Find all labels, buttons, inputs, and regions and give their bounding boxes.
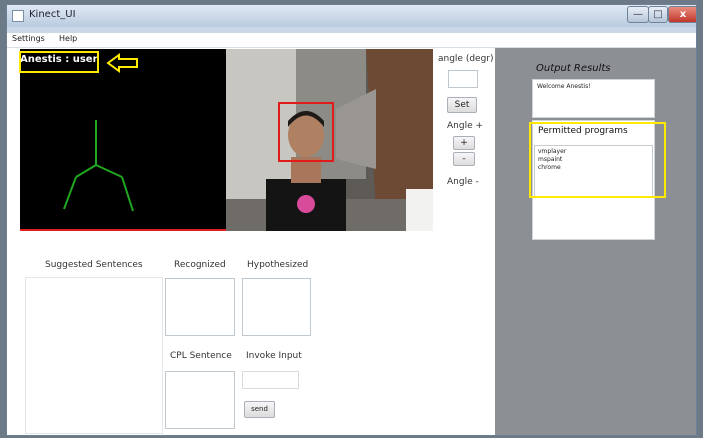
hypothesized-label: Hypothesized (247, 260, 309, 270)
cpl-sentence-box[interactable] (165, 371, 235, 429)
output-message: Welcome Anestis! (537, 83, 591, 90)
maximize-button[interactable]: □ (648, 6, 668, 23)
angle-minus-label: Angle - (447, 177, 479, 187)
send-button[interactable]: send (244, 401, 275, 418)
angle-increase-button[interactable]: + (453, 136, 475, 150)
window-title: Kinect_UI (29, 9, 76, 20)
permitted-programs-highlight (529, 122, 666, 198)
minimize-button[interactable]: — (627, 6, 649, 23)
angle-plus-label: Angle + (447, 121, 484, 131)
hypothesized-box[interactable] (242, 278, 311, 336)
menu-help[interactable]: Help (59, 34, 77, 43)
output-results-title: Output Results (536, 63, 611, 74)
cpl-sentence-label: CPL Sentence (170, 351, 232, 361)
suggested-sentences-list[interactable] (25, 277, 163, 434)
app-icon (12, 10, 24, 22)
invoke-input-label: Invoke Input (246, 351, 302, 361)
output-results-box: Welcome Anestis! (532, 79, 655, 118)
set-angle-button[interactable]: Set (447, 97, 477, 113)
skeleton-figure (63, 120, 134, 212)
suggested-sentences-label: Suggested Sentences (45, 260, 143, 270)
main-content: Anestis : user angle (degr) Set Angle + … (7, 48, 696, 435)
camera-view (226, 49, 433, 231)
app-window: Kinect_UI — □ x Settings Help Anestis : … (6, 4, 697, 436)
face-detection-box (278, 102, 334, 162)
output-panel: Output Results Welcome Anestis! Permitte… (495, 48, 696, 435)
title-bar: Kinect_UI — □ x (7, 5, 696, 27)
recognized-box[interactable] (165, 278, 235, 336)
angle-input[interactable] (448, 70, 478, 88)
angle-decrease-button[interactable]: - (453, 152, 475, 166)
menu-settings[interactable]: Settings (12, 34, 45, 43)
close-button[interactable]: x (668, 6, 696, 23)
angle-label: angle (degr) (438, 54, 494, 64)
menu-bar: Settings Help (7, 33, 696, 48)
floor-line (20, 229, 226, 231)
skeleton-view: Anestis : user (19, 49, 226, 231)
recognized-label: Recognized (174, 260, 226, 270)
invoke-input-field[interactable] (242, 371, 299, 389)
